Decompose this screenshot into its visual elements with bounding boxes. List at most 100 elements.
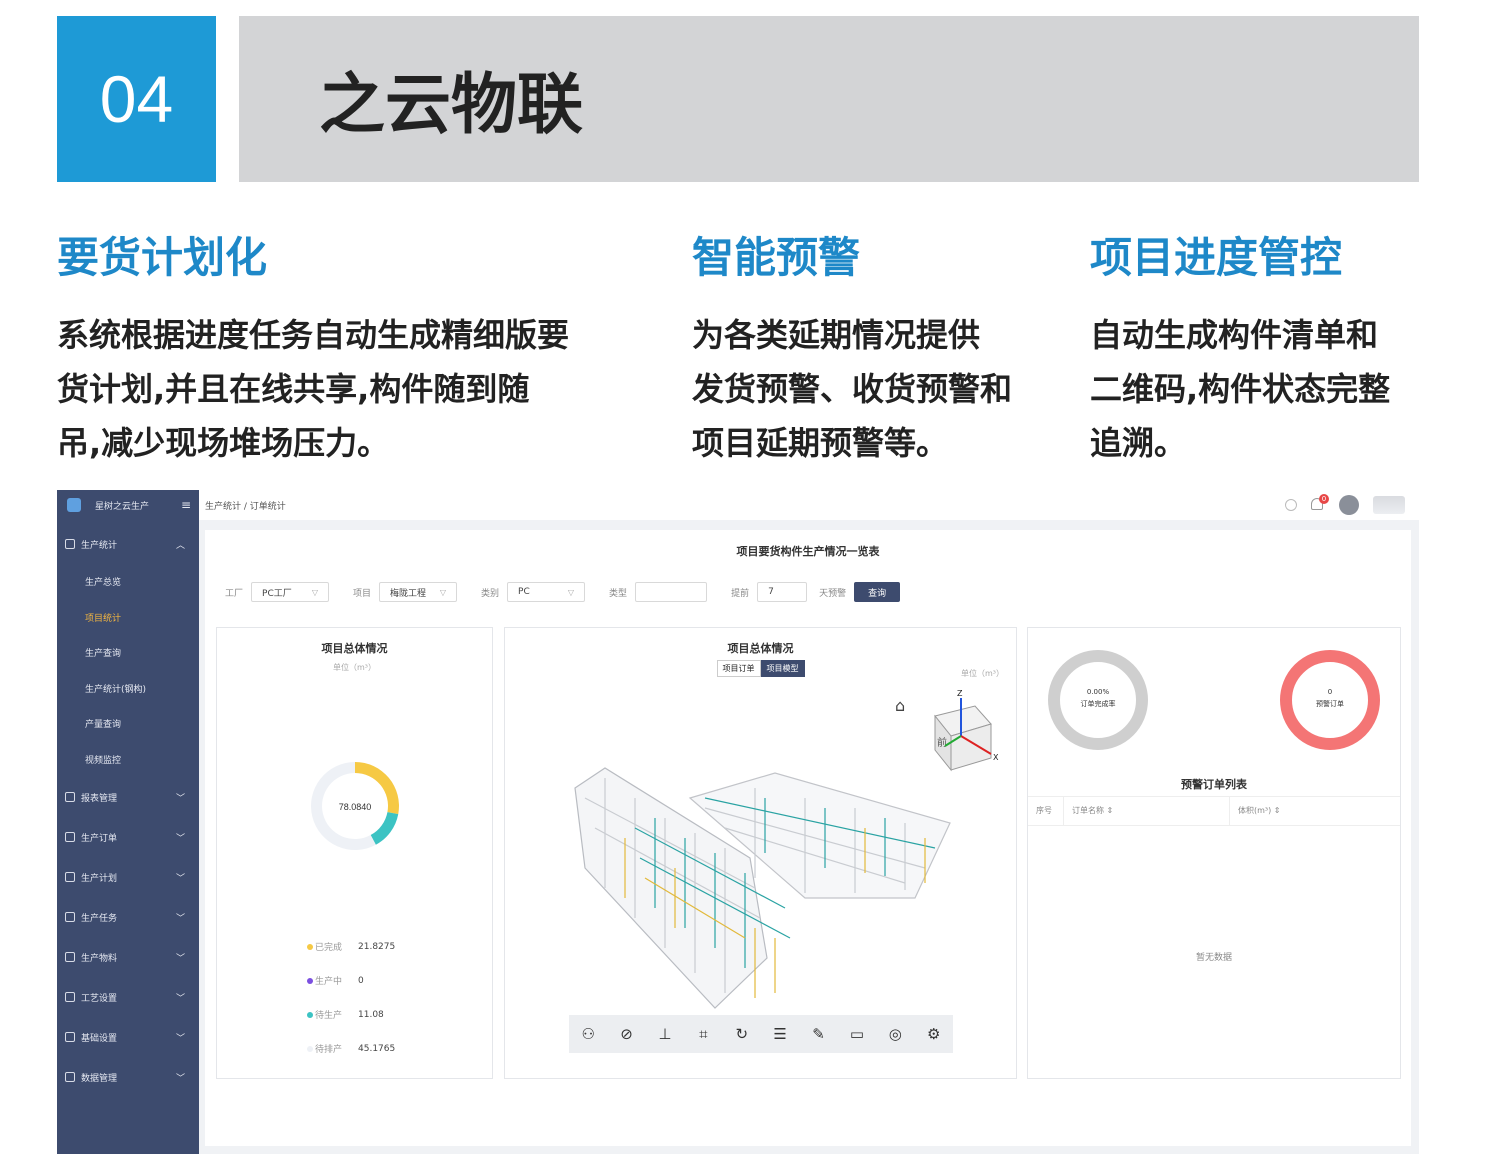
notification-bell[interactable]: 0	[1311, 494, 1329, 512]
chart-icon	[65, 539, 75, 549]
chevron-down-icon: ▽	[439, 587, 447, 597]
sidebar: 星树之云生产 ≡ 生产统计 ︿ 生产总览 项目统计 生产查询 生产统计(钢构) 产…	[57, 490, 199, 1154]
building-model	[574, 767, 951, 1009]
unit-label: 单位（m³）	[333, 663, 376, 672]
feature-desc: 自动生成构件清单和 二维码,构件状态完整 追溯。	[1090, 316, 1391, 462]
hide-icon[interactable]: ⊘	[616, 1025, 638, 1043]
legend-dot	[307, 977, 313, 984]
help-icon[interactable]	[1285, 499, 1297, 511]
chevron-down-icon: ﹀	[175, 993, 185, 1004]
locate-icon[interactable]: ◎	[884, 1025, 906, 1043]
markup-icon[interactable]: ✎	[808, 1025, 830, 1043]
sidebar-item-orders[interactable]: 生产订单 ﹀	[57, 817, 199, 857]
sidebar-item-basic[interactable]: 基础设置 ﹀	[57, 1017, 199, 1057]
project-select[interactable]: 梅陇工程 ▽	[379, 582, 458, 602]
sidebar-item-data[interactable]: 数据管理 ﹀	[57, 1057, 199, 1097]
task-icon	[65, 912, 75, 922]
category-select[interactable]: PC ▽	[507, 582, 586, 602]
breadcrumb: 生产统计 / 订单统计	[205, 501, 286, 512]
sidebar-item-reports[interactable]: 报表管理 ﹀	[57, 777, 199, 817]
walk-icon[interactable]: ⚇	[577, 1025, 599, 1043]
donut-center-value: 78.0840	[339, 802, 372, 812]
warning-orders: 0 预警订单	[1316, 688, 1344, 708]
chevron-down-icon: ﹀	[175, 1073, 185, 1084]
chevron-down-icon: ﹀	[175, 793, 185, 804]
chevron-down-icon: ﹀	[175, 1033, 185, 1044]
type-input[interactable]	[635, 582, 708, 602]
feature-desc: 系统根据进度任务自动生成精细版要 货计划,并且在线共享,构件随到随 吊,减少现场堆场…	[57, 316, 570, 462]
legend-dot	[307, 1011, 313, 1018]
gear-icon	[65, 1032, 75, 1042]
donut-chart: 78.0840	[311, 762, 399, 850]
feature-title: 智能预警	[692, 233, 861, 282]
advance-days-input[interactable]: 7	[757, 582, 808, 602]
topbar: 生产统计 / 订单统计 0	[199, 490, 1419, 520]
chevron-down-icon: ﹀	[175, 953, 185, 964]
donut-slice	[370, 812, 399, 845]
warning-table-title: 预警订单列表	[1181, 778, 1247, 791]
project-model-panel: 项目总体情况 项目订单 项目模型 单位（m³） ⌂ 前 Z X ⚇ ⊘ ⊥ ⌗ …	[504, 627, 1017, 1079]
viewer-toolbar: ⚇ ⊘ ⊥ ⌗ ↻ ☰ ✎ ▭ ◎ ⚙	[569, 1015, 953, 1053]
filter-bar: 工厂 PC工厂 ▽ 项目 梅陇工程 ▽ 类别 PC ▽ 类型 提前 7 天预警 查询	[225, 582, 901, 602]
chevron-down-icon: ﹀	[175, 913, 185, 924]
factory-select[interactable]: PC工厂 ▽	[251, 582, 330, 602]
sidebar-header: 星树之云生产 ≡	[57, 490, 199, 520]
section-title: 之云物联	[239, 16, 1419, 182]
query-button[interactable]: 查询	[854, 582, 901, 602]
sidebar-sub-steel[interactable]: 生产统计(钢构)	[57, 671, 199, 707]
feature-title: 项目进度管控	[1090, 233, 1343, 282]
sidebar-sub-overview[interactable]: 生产总览	[57, 564, 199, 600]
col-index: 序号	[1028, 796, 1064, 826]
nav-cube[interactable]: 前 Z X	[934, 689, 999, 772]
logo-icon	[67, 498, 81, 512]
empty-state: 暂无数据	[1195, 953, 1232, 963]
legend-dot	[307, 943, 313, 950]
rotate-icon[interactable]: ↻	[731, 1025, 753, 1043]
col-volume[interactable]: 体积(m³) ⇕	[1230, 796, 1330, 826]
notification-count: 0	[1319, 494, 1329, 504]
legend-dot	[307, 1045, 313, 1052]
sidebar-sub-output[interactable]: 产量查询	[57, 706, 199, 742]
legend-item: 待生产 11.08	[307, 1008, 384, 1021]
svg-text:Z: Z	[957, 689, 963, 698]
sidebar-item-process[interactable]: 工艺设置 ﹀	[57, 977, 199, 1017]
main-content: 项目要货构件生产情况一览表 工厂 PC工厂 ▽ 项目 梅陇工程 ▽ 类别 PC ▽ 类…	[205, 530, 1411, 1146]
bim-model-viewer[interactable]: 前 Z X	[505, 628, 1018, 1068]
measure-icon[interactable]: ▭	[846, 1025, 868, 1043]
plan-icon	[65, 872, 75, 882]
warning-panel: 0.00% 订单完成率 0 预警订单 预警订单列表 序号 订单名称 ⇕ 体积(m³)…	[1027, 627, 1401, 1079]
sidebar-sub-video[interactable]: 视频监控	[57, 742, 199, 778]
list-icon[interactable]: ☰	[769, 1025, 791, 1043]
section-icon[interactable]: ⌗	[692, 1025, 714, 1043]
feature-desc: 为各类延期情况提供 发货预警、收货预警和 项目延期预警等。	[692, 316, 1013, 462]
col-order-name[interactable]: 订单名称 ⇕	[1064, 796, 1230, 826]
svg-text:前: 前	[937, 736, 947, 749]
sidebar-item-tasks[interactable]: 生产任务 ﹀	[57, 897, 199, 937]
sidebar-item-materials[interactable]: 生产物料 ﹀	[57, 937, 199, 977]
section-number: 04	[57, 16, 216, 182]
settings-icon[interactable]: ⚙	[923, 1025, 945, 1043]
completion-rate: 0.00% 订单完成率	[1080, 688, 1116, 708]
chevron-down-icon: ▽	[311, 587, 319, 597]
legend-item: 待排产 45.1765	[307, 1042, 395, 1055]
legend-item: 生产中 0	[307, 974, 364, 987]
chevron-up-icon: ︿	[175, 540, 185, 551]
chevron-down-icon: ﹀	[175, 833, 185, 844]
sidebar-sub-query[interactable]: 生产查询	[57, 635, 199, 671]
page-title: 项目要货构件生产情况一览表	[736, 545, 880, 558]
sidebar-item-stats[interactable]: 生产统计 ︿	[57, 524, 199, 564]
tree-icon[interactable]: ⊥	[654, 1025, 676, 1043]
warning-table-header: 序号 订单名称 ⇕ 体积(m³) ⇕	[1028, 796, 1400, 826]
sidebar-item-plan[interactable]: 生产计划 ﹀	[57, 857, 199, 897]
legend-item: 已完成 21.8275	[307, 940, 395, 953]
project-summary-panel: 项目总体情况 单位（m³） 78.0840 已完成 21.8275 生产中 0 待生…	[216, 627, 493, 1079]
feature-warning: 智能预警 为各类延期情况提供 发货预警、收货预警和 项目延期预警等。	[692, 228, 1042, 470]
topbar-actions: 0	[1285, 494, 1405, 515]
menu-toggle-icon[interactable]: ≡	[181, 498, 191, 512]
chevron-down-icon: ▽	[567, 587, 575, 597]
sidebar-sub-project-stats[interactable]: 项目统计	[57, 600, 199, 636]
database-icon	[65, 1072, 75, 1082]
user-info[interactable]	[1373, 496, 1405, 514]
avatar[interactable]	[1339, 495, 1359, 515]
report-icon	[65, 792, 75, 802]
